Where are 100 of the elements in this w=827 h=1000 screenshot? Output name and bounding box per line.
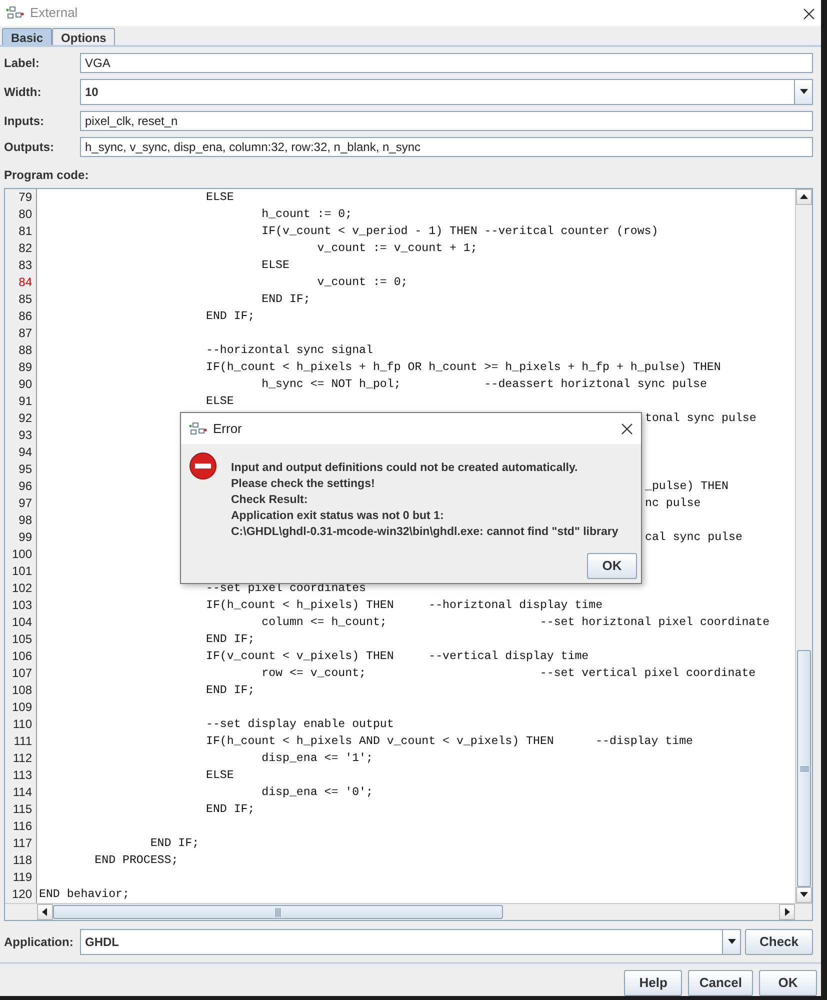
line-number: 92 bbox=[18, 410, 33, 427]
code-line: _pulse) THEN bbox=[644, 479, 728, 495]
line-number: 88 bbox=[18, 342, 33, 359]
code-line: ELSE bbox=[204, 768, 234, 784]
line-number: 93 bbox=[18, 427, 33, 444]
line-number: 89 bbox=[18, 359, 33, 376]
message-text: Application exit status was not 0 but 1: bbox=[231, 509, 444, 524]
line-number: 95 bbox=[18, 461, 33, 478]
line-number: 109 bbox=[10, 699, 33, 716]
line-number: 85 bbox=[18, 291, 33, 308]
code-line: ELSE bbox=[204, 394, 234, 410]
code-line: END IF; bbox=[149, 836, 200, 852]
field-label: Application: bbox=[4, 934, 74, 951]
tab[interactable]: Basic bbox=[2, 28, 52, 45]
line-number: 83 bbox=[18, 257, 33, 274]
code-line: IF(h_count < h_pixels + h_fp OR h_count >= h_pixels + h_fp + h_pulse) THEN bbox=[204, 360, 721, 376]
code-line: END IF; bbox=[204, 683, 255, 699]
ok-button[interactable]: OK bbox=[587, 553, 637, 579]
line-number: 106 bbox=[10, 648, 33, 665]
scroll-left-icon bbox=[40, 907, 50, 917]
line-number: 105 bbox=[10, 631, 33, 648]
line-number: 80 bbox=[18, 206, 33, 223]
app-icon bbox=[6, 6, 24, 20]
field-label: Inputs: bbox=[4, 113, 45, 130]
dialog-title: Error bbox=[213, 420, 242, 438]
line-number: 101 bbox=[10, 563, 33, 580]
code-line: h_count := 0; bbox=[260, 207, 352, 223]
grip-icon bbox=[275, 908, 281, 916]
code-line: v_count := v_count + 1; bbox=[316, 241, 478, 257]
input-field[interactable]: pixel_clk, reset_n bbox=[80, 111, 813, 131]
code-line: ELSE bbox=[260, 258, 290, 274]
field-label: Label: bbox=[4, 55, 40, 72]
app-icon bbox=[189, 422, 207, 436]
line-number: 118 bbox=[12, 852, 33, 869]
code-line: IF(h_count < h_pixels) THEN --horiztonal display time bbox=[204, 598, 603, 614]
application-combo[interactable]: GHDL bbox=[80, 929, 741, 955]
width-combo[interactable]: 10 bbox=[80, 79, 813, 105]
code-line: IF(v_count < v_pixels) THEN --vertical display time bbox=[204, 649, 589, 665]
scrollbar-thumb[interactable] bbox=[53, 905, 503, 919]
line-number: 114 bbox=[12, 784, 33, 801]
code-line: tonal sync pulse bbox=[644, 411, 756, 427]
code-line: nc pulse bbox=[644, 496, 701, 512]
code-line: --horizontal sync signal bbox=[204, 343, 373, 359]
field-label: Width: bbox=[4, 84, 42, 101]
close-icon[interactable] bbox=[803, 8, 815, 20]
code-line: cal sync pulse bbox=[644, 530, 742, 546]
window-title: External bbox=[30, 4, 78, 22]
line-number: 111 bbox=[12, 733, 33, 750]
line-number: 104 bbox=[10, 614, 33, 631]
dialog-button[interactable]: Help bbox=[624, 970, 682, 996]
line-number: 79 bbox=[18, 189, 33, 206]
line-number: 86 bbox=[18, 308, 33, 325]
line-number: 91 bbox=[18, 393, 33, 410]
tab[interactable]: Options bbox=[52, 28, 116, 45]
code-line: END IF; bbox=[260, 292, 310, 308]
line-number: 119 bbox=[12, 869, 33, 886]
code-line: END IF; bbox=[204, 309, 255, 325]
message-text: Input and output definitions could not be created automatically. bbox=[231, 461, 578, 476]
line-number: 87 bbox=[18, 325, 33, 342]
message-text: C:\GHDL\ghdl-0.31-mcode-win32\bin\ghdl.exe: cannot find "std" library bbox=[231, 525, 618, 540]
line-number: 110 bbox=[12, 716, 33, 733]
line-number: 94 bbox=[18, 444, 33, 461]
dialog-button[interactable]: OK bbox=[759, 970, 817, 996]
line-number: 99 bbox=[18, 529, 33, 546]
line-number: 102 bbox=[10, 580, 33, 597]
line-number: 116 bbox=[12, 818, 33, 835]
message-text: Check Result: bbox=[231, 493, 308, 508]
close-icon[interactable] bbox=[621, 423, 633, 436]
code-line: h_sync <= NOT h_pol; --deassert horiztonal sync pulse bbox=[260, 377, 707, 393]
line-number: 113 bbox=[12, 767, 33, 784]
code-line: END PROCESS; bbox=[94, 853, 178, 869]
code-line: END IF; bbox=[204, 632, 255, 648]
code-line: ELSE bbox=[204, 190, 234, 206]
code-line: disp_ena <= '1'; bbox=[260, 751, 373, 767]
scrollbar-thumb[interactable] bbox=[797, 650, 811, 887]
dialog-button[interactable]: Cancel bbox=[688, 970, 753, 996]
code-line: IF(h_count < h_pixels AND v_count < v_pixels) THEN --display time bbox=[204, 734, 694, 750]
line-number: 98 bbox=[18, 512, 33, 529]
scroll-right-icon bbox=[782, 907, 792, 917]
input-field[interactable]: VGA bbox=[80, 53, 813, 73]
code-line: disp_ena <= '0'; bbox=[260, 785, 373, 801]
code-line: v_count := 0; bbox=[316, 275, 408, 291]
line-number: 117 bbox=[12, 835, 33, 852]
input-field[interactable]: h_sync, v_sync, disp_ena, column:32, row:32, n_blank, n_sync bbox=[80, 137, 813, 157]
line-number: 107 bbox=[10, 665, 33, 682]
line-number: 108 bbox=[10, 682, 33, 699]
line-number: 96 bbox=[18, 478, 33, 495]
line-number: 100 bbox=[10, 546, 33, 563]
line-number: 82 bbox=[18, 240, 33, 257]
code-line: row <= v_count; --set vertical pixel coordinate bbox=[260, 666, 756, 682]
line-number: 120 bbox=[10, 886, 33, 903]
field-label: Outputs: bbox=[4, 139, 55, 156]
line-number: 90 bbox=[18, 376, 33, 393]
check-button[interactable]: Check bbox=[745, 929, 813, 955]
scroll-up-icon bbox=[799, 192, 809, 202]
message-text: Please check the settings! bbox=[231, 477, 375, 492]
code-line: --set display enable output bbox=[204, 717, 394, 733]
line-number: 103 bbox=[10, 597, 33, 614]
line-number: 84 bbox=[18, 274, 33, 291]
error-icon bbox=[189, 452, 217, 480]
